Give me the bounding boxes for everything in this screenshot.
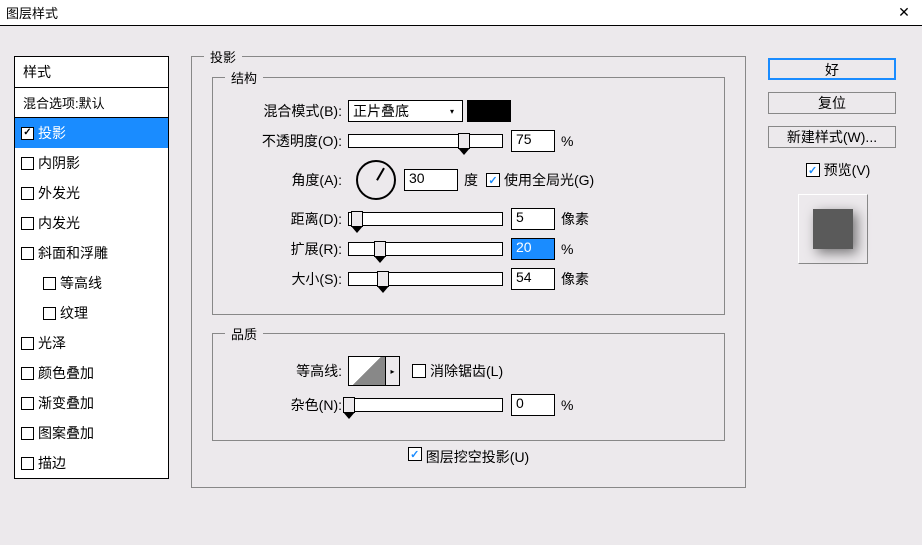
- preview-swatch: [798, 194, 868, 264]
- spread-slider[interactable]: [348, 242, 503, 256]
- style-label: 描边: [38, 453, 66, 473]
- contour-menu-icon[interactable]: ▸: [386, 356, 400, 386]
- angle-label: 角度(A):: [233, 170, 348, 190]
- style-gradient-overlay[interactable]: 渐变叠加: [15, 388, 168, 418]
- noise-unit: %: [561, 397, 573, 413]
- noise-input[interactable]: 0: [511, 394, 555, 416]
- noise-slider[interactable]: [348, 398, 503, 412]
- global-light-checkbox[interactable]: [486, 173, 500, 187]
- ok-button[interactable]: 好: [768, 58, 896, 80]
- blend-options-header[interactable]: 混合选项:默认: [15, 88, 168, 118]
- opacity-slider[interactable]: [348, 134, 503, 148]
- drop-shadow-group: 投影 结构 混合模式(B): 正片叠底 ▾ 不透明度(O): 75 %: [191, 56, 746, 488]
- styles-panel: 样式 混合选项:默认 投影 内阴影 外发光 内发光 斜面和浮雕 等高线 纹理 光…: [14, 56, 169, 531]
- checkbox-icon[interactable]: [21, 457, 34, 470]
- style-texture[interactable]: 纹理: [15, 298, 168, 328]
- angle-unit: 度: [464, 170, 478, 190]
- blend-mode-select[interactable]: 正片叠底 ▾: [348, 100, 463, 122]
- shadow-color-swatch[interactable]: [467, 100, 511, 122]
- style-label: 光泽: [38, 333, 66, 353]
- checkbox-icon[interactable]: [43, 307, 56, 320]
- style-label: 内发光: [38, 213, 80, 233]
- checkbox-icon[interactable]: [21, 127, 34, 140]
- spread-label: 扩展(R):: [233, 239, 348, 259]
- contour-swatch[interactable]: [348, 356, 386, 386]
- style-outer-glow[interactable]: 外发光: [15, 178, 168, 208]
- checkbox-icon[interactable]: [21, 367, 34, 380]
- global-light-label: 使用全局光(G): [504, 170, 594, 190]
- style-satin[interactable]: 光泽: [15, 328, 168, 358]
- quality-group: 品质 等高线: ▸ 消除锯齿(L) 杂色(N): 0 %: [212, 333, 725, 441]
- knockout-label: 图层挖空投影(U): [426, 447, 529, 467]
- style-color-overlay[interactable]: 颜色叠加: [15, 358, 168, 388]
- new-style-button[interactable]: 新建样式(W)...: [768, 126, 896, 148]
- quality-legend: 品质: [225, 324, 263, 343]
- style-label: 外发光: [38, 183, 80, 203]
- style-label: 图案叠加: [38, 423, 94, 443]
- structure-legend: 结构: [225, 68, 263, 87]
- styles-header[interactable]: 样式: [15, 57, 168, 88]
- style-label: 颜色叠加: [38, 363, 94, 383]
- distance-unit: 像素: [561, 209, 589, 229]
- preview-label: 预览(V): [824, 160, 871, 180]
- opacity-label: 不透明度(O):: [233, 131, 348, 151]
- blend-mode-value: 正片叠底: [353, 101, 409, 121]
- opacity-unit: %: [561, 133, 573, 149]
- style-label: 投影: [38, 123, 66, 143]
- blend-mode-label: 混合模式(B):: [233, 101, 348, 121]
- group-title: 投影: [204, 47, 242, 66]
- spread-unit: %: [561, 241, 573, 257]
- knockout-checkbox[interactable]: [408, 447, 422, 461]
- style-contour[interactable]: 等高线: [15, 268, 168, 298]
- window-title: 图层样式: [6, 3, 892, 22]
- checkbox-icon[interactable]: [21, 217, 34, 230]
- distance-input[interactable]: 5: [511, 208, 555, 230]
- checkbox-icon[interactable]: [43, 277, 56, 290]
- size-label: 大小(S):: [233, 269, 348, 289]
- angle-input[interactable]: 30: [404, 169, 458, 191]
- style-label: 内阴影: [38, 153, 80, 173]
- checkbox-icon[interactable]: [21, 247, 34, 260]
- style-inner-shadow[interactable]: 内阴影: [15, 148, 168, 178]
- structure-group: 结构 混合模式(B): 正片叠底 ▾ 不透明度(O): 75 % 角: [212, 77, 725, 315]
- checkbox-icon[interactable]: [21, 157, 34, 170]
- chevron-down-icon: ▾: [444, 103, 460, 119]
- checkbox-icon[interactable]: [21, 427, 34, 440]
- reset-button[interactable]: 复位: [768, 92, 896, 114]
- style-label: 斜面和浮雕: [38, 243, 108, 263]
- size-slider[interactable]: [348, 272, 503, 286]
- checkbox-icon[interactable]: [21, 397, 34, 410]
- style-label: 等高线: [60, 273, 102, 293]
- checkbox-icon[interactable]: [21, 337, 34, 350]
- size-unit: 像素: [561, 269, 589, 289]
- distance-label: 距离(D):: [233, 209, 348, 229]
- distance-slider[interactable]: [348, 212, 503, 226]
- noise-label: 杂色(N):: [233, 395, 348, 415]
- style-label: 纹理: [60, 303, 88, 323]
- style-inner-glow[interactable]: 内发光: [15, 208, 168, 238]
- size-input[interactable]: 54: [511, 268, 555, 290]
- spread-input[interactable]: 20: [511, 238, 555, 260]
- style-stroke[interactable]: 描边: [15, 448, 168, 478]
- style-pattern-overlay[interactable]: 图案叠加: [15, 418, 168, 448]
- checkbox-icon[interactable]: [21, 187, 34, 200]
- style-bevel[interactable]: 斜面和浮雕: [15, 238, 168, 268]
- antialias-label: 消除锯齿(L): [430, 361, 503, 381]
- antialias-checkbox[interactable]: [412, 364, 426, 378]
- style-label: 渐变叠加: [38, 393, 94, 413]
- contour-label: 等高线:: [233, 361, 348, 381]
- preview-checkbox[interactable]: [806, 163, 820, 177]
- close-icon[interactable]: ✕: [892, 4, 916, 21]
- opacity-input[interactable]: 75: [511, 130, 555, 152]
- angle-dial[interactable]: [356, 160, 396, 200]
- style-drop-shadow[interactable]: 投影: [15, 118, 168, 148]
